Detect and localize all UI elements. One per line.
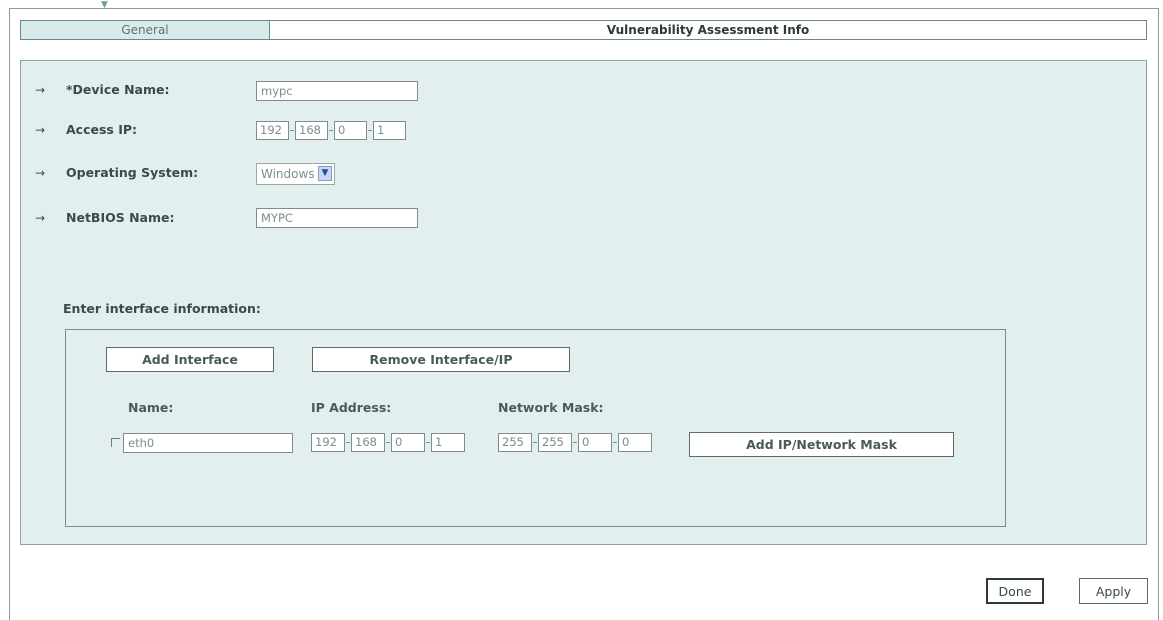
done-button[interactable]: Done [986, 578, 1044, 604]
tab-pointer-icon: ▼ [101, 0, 108, 10]
add-ip-network-mask-button[interactable]: Add IP/Network Mask [689, 432, 954, 457]
tab-vulnerability-assessment-info[interactable]: Vulnerability Assessment Info [270, 21, 1146, 39]
tab-bar: General Vulnerability Assessment Info [20, 20, 1147, 40]
interface-mask-octet-3[interactable]: 0 [578, 433, 612, 452]
ip-separator [290, 130, 294, 131]
access-ip-octet-1[interactable]: 192 [256, 121, 289, 140]
ip-separator [329, 130, 333, 131]
apply-button[interactable]: Apply [1079, 578, 1148, 604]
general-panel: → *Device Name: mypc → Access IP: 192 16… [20, 60, 1147, 545]
ip-address-column-header: IP Address: [311, 400, 392, 415]
add-interface-button[interactable]: Add Interface [106, 347, 274, 372]
arrow-icon: → [35, 123, 46, 137]
interface-section-title: Enter interface information: [63, 301, 261, 316]
netbios-name-input[interactable]: MYPC [256, 208, 418, 228]
interface-ip-octet-3[interactable]: 0 [391, 433, 425, 452]
interface-ip-octet-1[interactable]: 192 [311, 433, 345, 452]
interface-ip-octet-2[interactable]: 168 [351, 433, 385, 452]
interface-ip-octet-4[interactable]: 1 [431, 433, 465, 452]
access-ip-octet-4[interactable]: 1 [373, 121, 406, 140]
interface-mask-octet-2[interactable]: 255 [538, 433, 572, 452]
chevron-down-icon[interactable]: ▼ [318, 166, 332, 181]
remove-interface-button[interactable]: Remove Interface/IP [312, 347, 570, 372]
operating-system-label: Operating System: [66, 165, 199, 180]
operating-system-select[interactable]: Windows ▼ [256, 163, 335, 185]
ip-separator [426, 442, 430, 443]
device-name-label: *Device Name: [66, 82, 170, 97]
arrow-icon: → [35, 211, 46, 225]
interface-name-input[interactable]: eth0 [123, 433, 293, 453]
interface-row-checkbox[interactable] [111, 438, 120, 447]
operating-system-value: Windows [261, 167, 315, 181]
arrow-icon: → [35, 166, 46, 180]
access-ip-label: Access IP: [66, 122, 138, 137]
network-mask-column-header: Network Mask: [498, 400, 604, 415]
access-ip-octet-3[interactable]: 0 [334, 121, 367, 140]
ip-separator [346, 442, 350, 443]
ip-separator [386, 442, 390, 443]
ip-separator [368, 130, 372, 131]
ip-separator [573, 442, 577, 443]
interface-mask-octet-1[interactable]: 255 [498, 433, 532, 452]
arrow-icon: → [35, 83, 46, 97]
netbios-name-label: NetBIOS Name: [66, 210, 175, 225]
tab-general[interactable]: General [21, 21, 270, 39]
ip-separator [533, 442, 537, 443]
access-ip-octet-2[interactable]: 168 [295, 121, 328, 140]
interface-mask-octet-4[interactable]: 0 [618, 433, 652, 452]
device-name-input[interactable]: mypc [256, 81, 418, 101]
ip-separator [613, 442, 617, 443]
name-column-header: Name: [128, 400, 174, 415]
